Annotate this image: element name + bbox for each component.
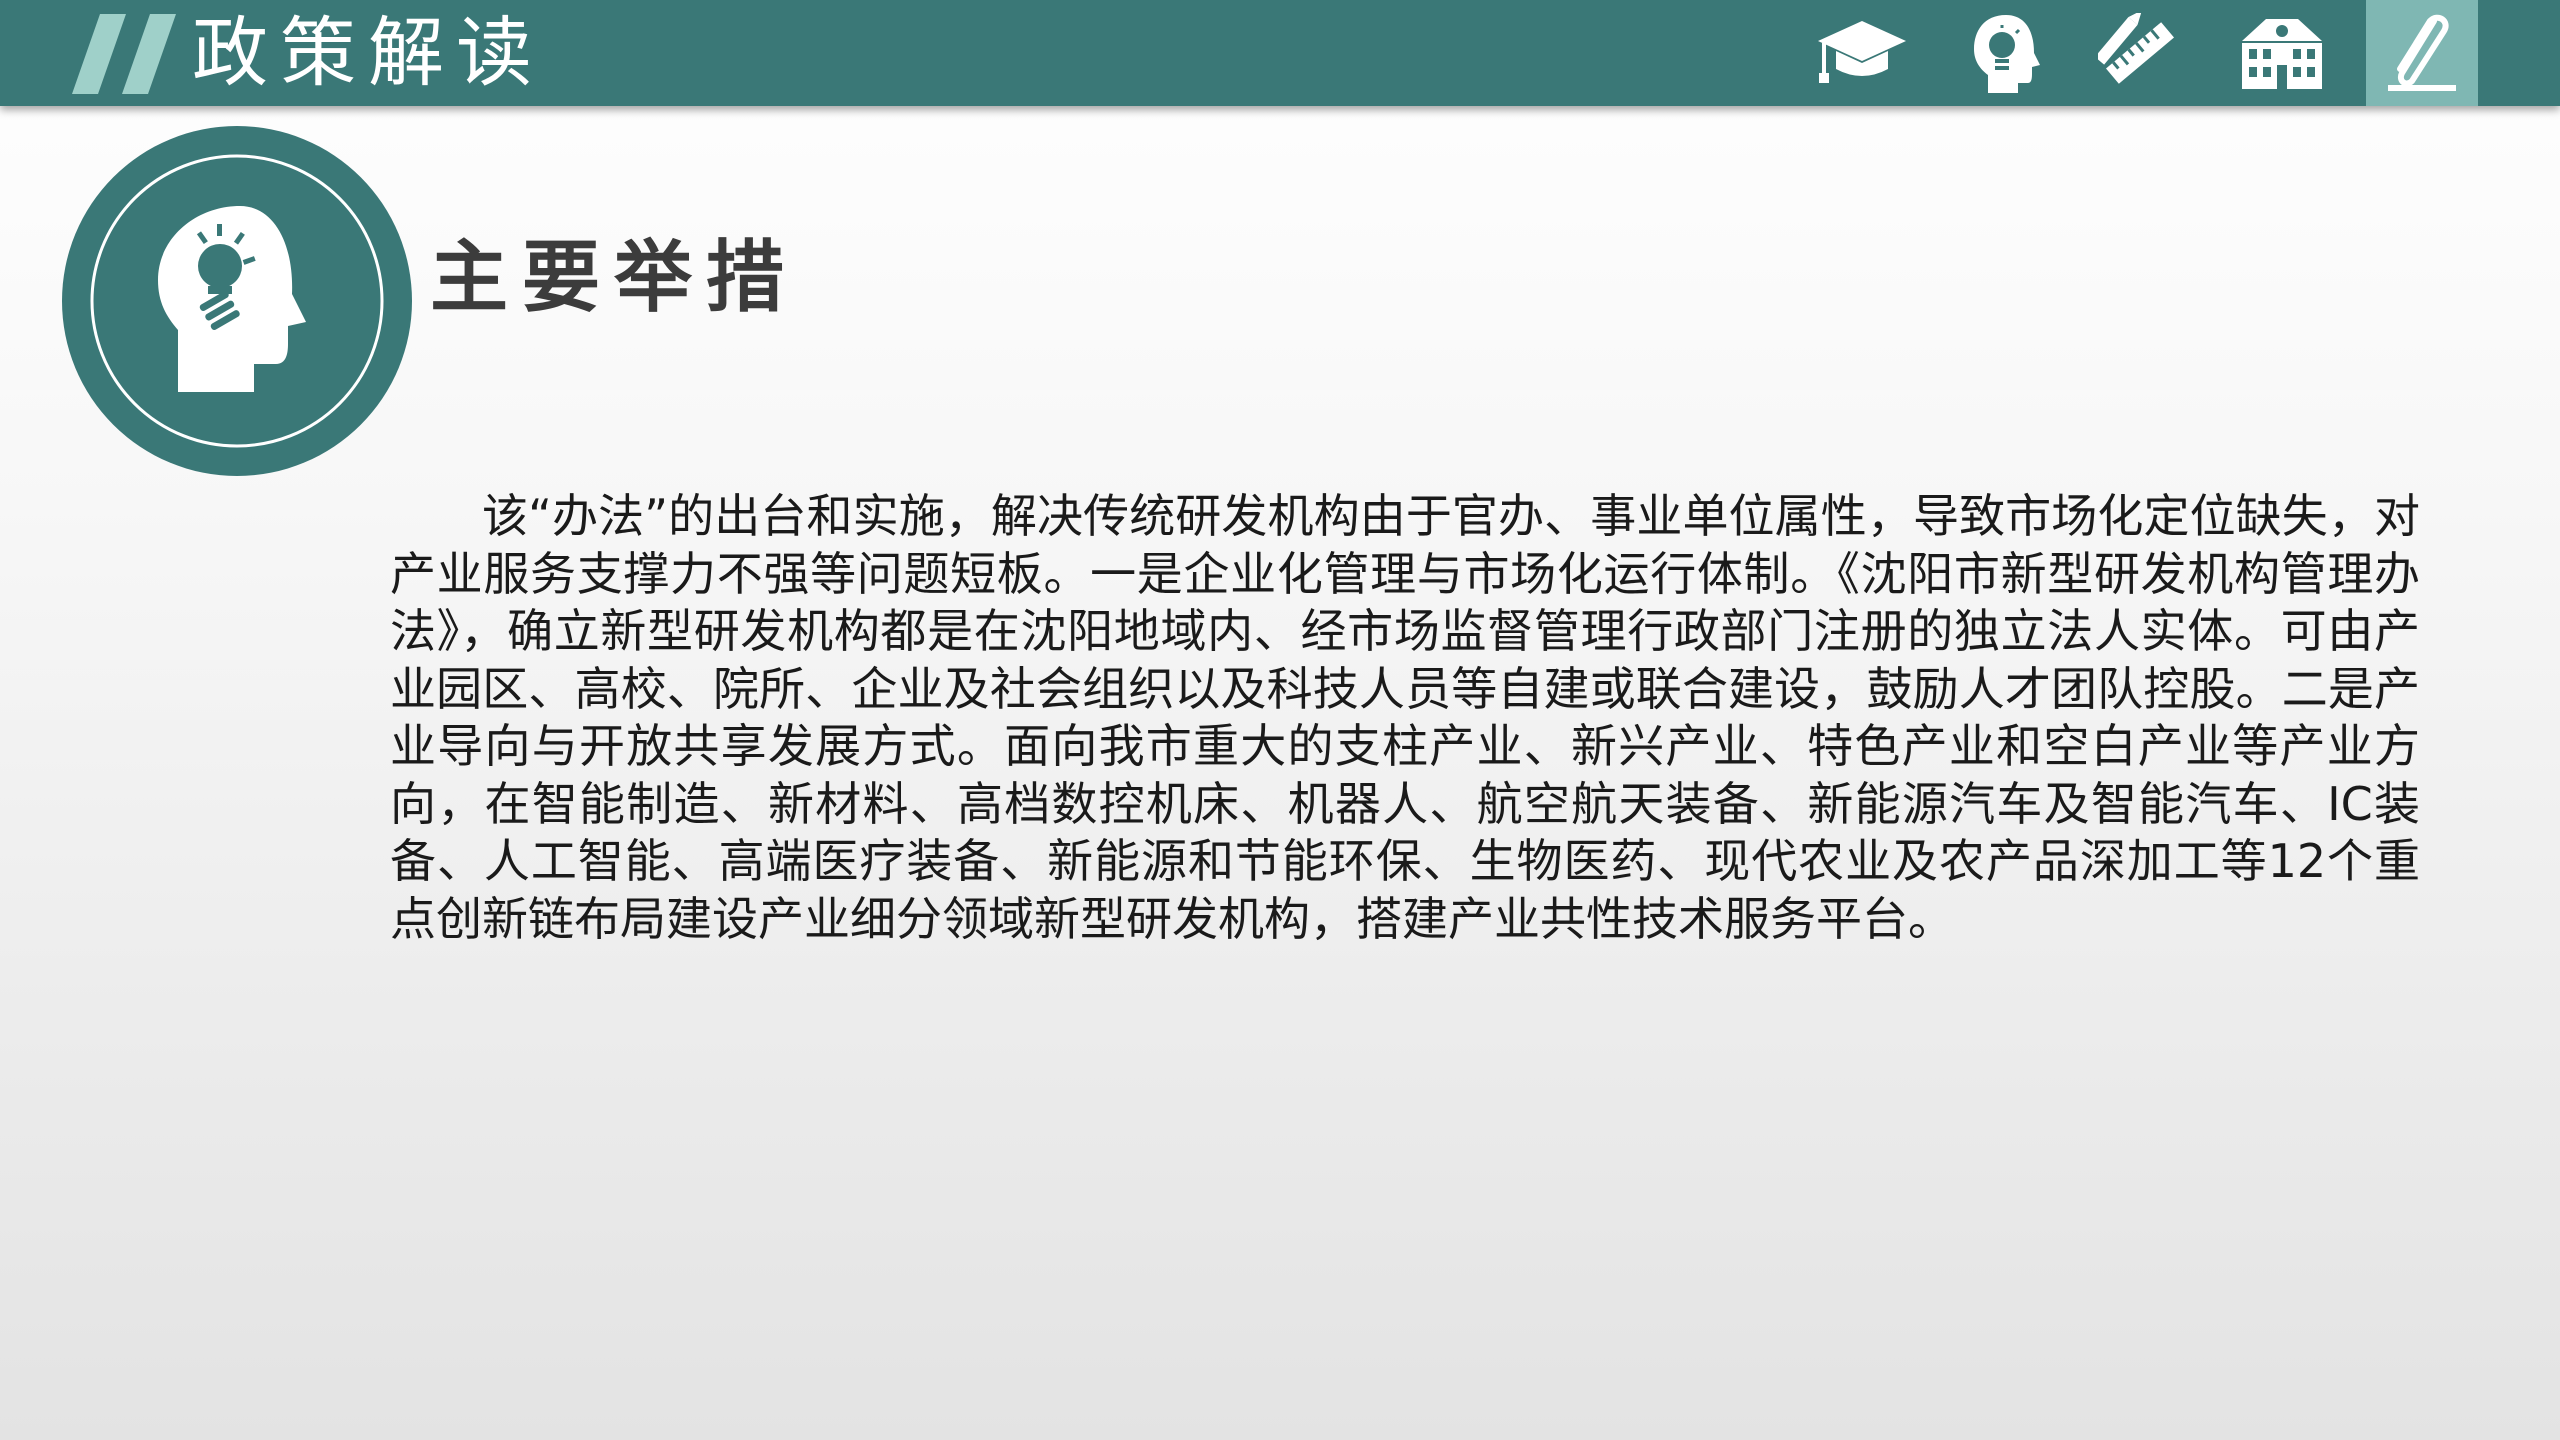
nav-school-building[interactable] <box>2226 0 2338 106</box>
lightbulb-head-icon <box>1974 15 2040 93</box>
body-paragraph: 该“办法”的出台和实施，解决传统研发机构由于官办、事业单位属性，导致市场化定位缺… <box>390 489 2420 946</box>
section-title: 主要举措 <box>430 233 799 323</box>
slash-decoration-icon <box>72 14 176 94</box>
nav-graduation-cap[interactable] <box>1806 0 1918 106</box>
header-bar: 政策解读 <box>0 0 2560 106</box>
paperclip-icon <box>2388 14 2456 91</box>
school-building-icon <box>2242 19 2322 89</box>
nav-paperclip[interactable] <box>2366 0 2478 106</box>
nav-lightbulb-head[interactable] <box>1952 0 2064 106</box>
graduation-cap-icon <box>1818 21 1906 83</box>
section-badge <box>62 126 412 476</box>
nav-pencil-ruler[interactable] <box>2084 0 2196 106</box>
page-title: 政策解读 <box>192 8 544 97</box>
pencil-ruler-icon <box>2098 13 2175 84</box>
